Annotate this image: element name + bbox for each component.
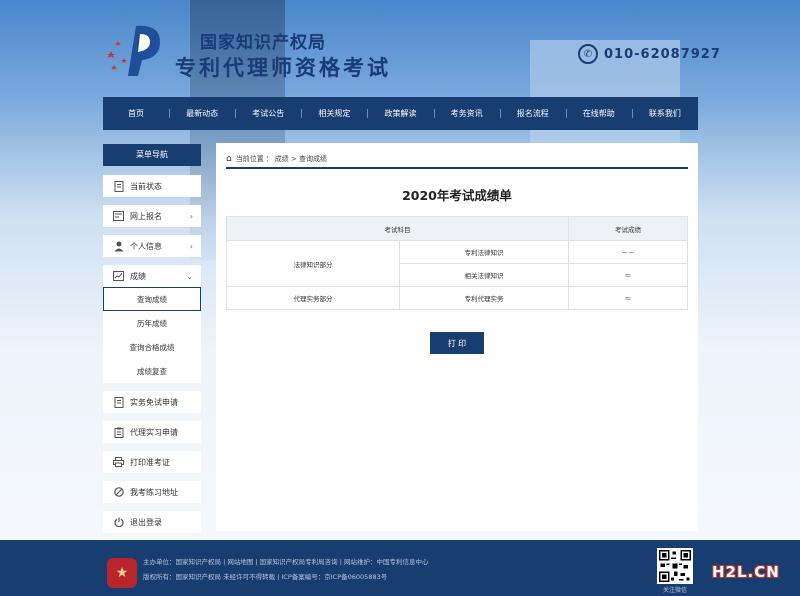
- form-icon: [113, 211, 124, 222]
- sidebar-item-label: 个人信息: [130, 241, 162, 251]
- sidebar-item-internship[interactable]: 代理实习申请: [103, 421, 201, 443]
- sidebar-item-label: 代理实习申请: [130, 427, 178, 437]
- cnipa-logo-icon: [98, 18, 170, 80]
- nav-item-help[interactable]: 在线帮助: [565, 97, 632, 130]
- sidebar-group-scores: 成绩 ⌄ 查询成绩 历年成绩 查询合格成绩 成绩复查: [103, 265, 201, 383]
- table-cell-subject: 专利法律知识: [399, 240, 569, 264]
- table-cell-subject: 专利代理实务: [399, 286, 569, 310]
- table-header-subject: 考试科目: [226, 216, 569, 241]
- no-icon: [113, 487, 124, 498]
- nav-item-contact[interactable]: 联系我们: [631, 97, 698, 130]
- site-header: 国家知识产权局 专利代理师资格考试 ✆ 010-62087927: [0, 0, 800, 96]
- qr-code-icon: [657, 548, 693, 584]
- page-title: 2020年考试成绩单: [402, 188, 512, 203]
- home-icon: ⌂: [226, 154, 232, 164]
- sidebar-item-practice-exemption[interactable]: 实务免试申请: [103, 391, 201, 413]
- sidebar-item-scores[interactable]: 成绩 ⌄: [103, 265, 201, 287]
- emblem-icon: ★: [107, 558, 137, 588]
- sidebar-subitem-query-scores[interactable]: 查询成绩: [103, 287, 201, 311]
- power-icon: [113, 517, 124, 528]
- sidebar-subitem-score-review[interactable]: 成绩复查: [103, 359, 201, 383]
- footer-copyright: 版权所有：国家知识产权局 未经许可不得转载 | ICP备案编号：京ICP备060…: [143, 573, 388, 581]
- nav-item-policy[interactable]: 政策解读: [367, 97, 433, 130]
- sidebar-item-label: 退出登录: [130, 517, 162, 527]
- breadcrumb: ⌂ 当前位置 ： 成绩 > 查询成绩: [226, 151, 688, 169]
- phone-number: 010-62087927: [604, 46, 721, 62]
- table-cell-score: ≈: [568, 263, 688, 287]
- table-cell-group: 法律知识部分: [226, 240, 400, 287]
- org-name: 国家知识产权局: [200, 33, 326, 53]
- user-icon: [113, 241, 124, 252]
- table-header-row: 考试科目 考试成绩: [226, 216, 688, 241]
- score-table: 考试科目 考试成绩 法律知识部分 专利法律知识 ~~ 相关法律知识 ≈ 代理实务…: [226, 216, 688, 310]
- footer-links: 主办单位：国家知识产权局 | 网站地图 | 国家知识产权局专利局咨询 | 网站维…: [143, 558, 429, 566]
- table-row: 法律知识部分 专利法律知识 ~~: [226, 240, 688, 287]
- phone-icon: ✆: [578, 44, 598, 64]
- chart-icon: [113, 271, 124, 282]
- document-icon: [113, 396, 124, 408]
- table-header-score: 考试成绩: [568, 216, 688, 241]
- sidebar-item-personal-info[interactable]: 个人信息 ›: [103, 235, 201, 257]
- clipboard-icon: [113, 427, 124, 438]
- sidebar-item-online-registration[interactable]: 网上报名 ›: [103, 205, 201, 227]
- nav-item-exam-info[interactable]: 考务资讯: [433, 97, 500, 130]
- breadcrumb-separator: ：: [265, 155, 273, 163]
- sidebar-item-current-status[interactable]: 当前状态: [103, 175, 201, 197]
- sidebar-item-practice-address[interactable]: 我考练习地址: [103, 481, 201, 503]
- sidebar-item-label: 我考练习地址: [130, 487, 178, 497]
- nav-item-registration-flow[interactable]: 报名流程: [499, 97, 566, 130]
- chevron-right-icon: ›: [189, 211, 193, 221]
- sidebar-item-logout[interactable]: 退出登录: [103, 511, 201, 533]
- table-row: 代理实务部分 专利代理实务 ≈: [226, 286, 688, 310]
- sidebar-subitem-qualified-scores[interactable]: 查询合格成绩: [103, 335, 201, 359]
- print-button[interactable]: 打 印: [430, 332, 484, 354]
- sidebar-item-label: 成绩: [130, 271, 146, 281]
- breadcrumb-path: 成绩 > 查询成绩: [274, 155, 328, 163]
- main-content: ⌂ 当前位置 ： 成绩 > 查询成绩 2020年考试成绩单 考试科目 考试成绩 …: [216, 143, 698, 531]
- nav-item-news[interactable]: 最新动态: [169, 97, 235, 130]
- table-cell-score: ≈: [568, 286, 688, 310]
- sidebar-menu: 菜单导航 当前状态 网上报名 › 个人信息 › 成绩 ⌄ 查询成绩 历年成绩 查…: [103, 144, 201, 541]
- table-cell-group: 代理实务部分: [226, 286, 400, 310]
- sidebar-item-label: 网上报名: [130, 211, 162, 221]
- nav-item-home[interactable]: 首页: [103, 97, 169, 130]
- nav-item-regulations[interactable]: 相关规定: [301, 97, 367, 130]
- sidebar-item-label: 实务免试申请: [130, 397, 178, 407]
- sidebar-subitem-history-scores[interactable]: 历年成绩: [103, 311, 201, 335]
- document-icon: [113, 180, 124, 192]
- main-nav: 首页 最新动态 考试公告 相关规定 政策解读 考务资讯 报名流程 在线帮助 联系…: [103, 97, 698, 130]
- table-cell-subject: 相关法律知识: [399, 263, 569, 287]
- nav-item-announcement[interactable]: 考试公告: [235, 97, 301, 130]
- watermark-logo: H2L.CN: [712, 563, 780, 581]
- phone-contact: ✆ 010-62087927: [578, 44, 721, 64]
- sidebar-item-label: 当前状态: [130, 181, 162, 191]
- chevron-down-icon: ⌄: [186, 271, 193, 281]
- breadcrumb-home[interactable]: 当前位置: [236, 154, 264, 164]
- system-title: 专利代理师资格考试: [175, 56, 391, 80]
- table-cell-score: ~~: [568, 240, 688, 264]
- sidebar-item-label: 打印准考证: [130, 457, 170, 467]
- sidebar-header: 菜单导航: [103, 144, 201, 166]
- printer-icon: [113, 457, 124, 468]
- qr-code-label: 关注微信: [662, 587, 687, 594]
- sidebar-item-print-admission[interactable]: 打印准考证: [103, 451, 201, 473]
- chevron-right-icon: ›: [189, 241, 193, 251]
